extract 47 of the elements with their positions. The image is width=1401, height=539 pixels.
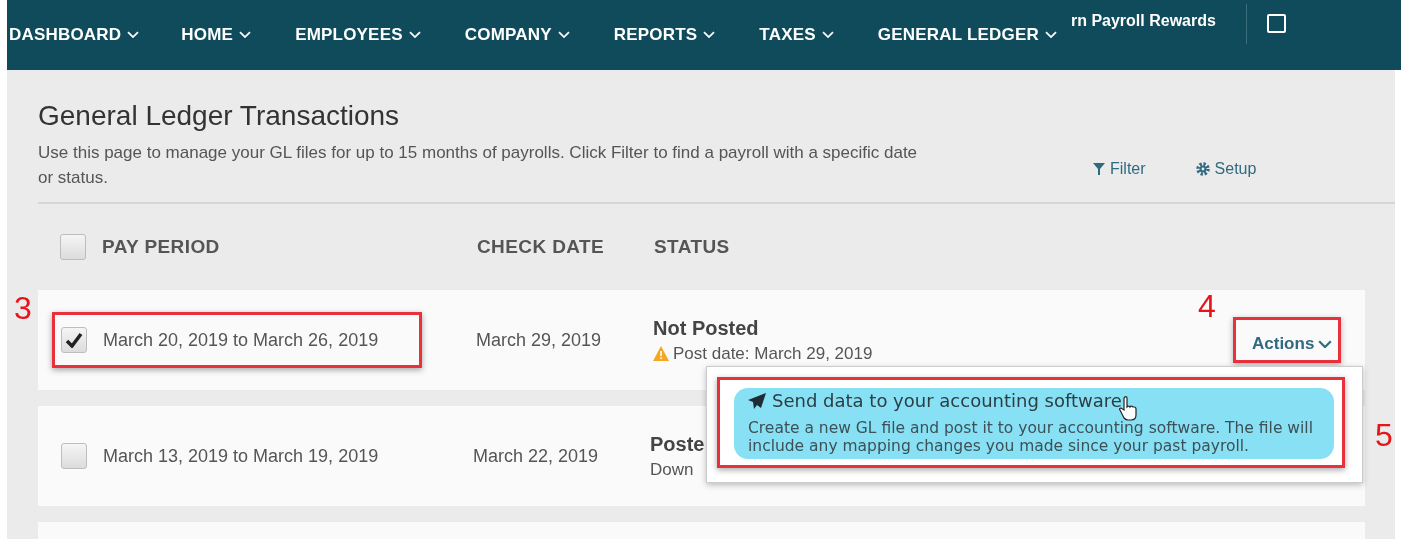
menu-item-title: Send data to your accounting software bbox=[772, 390, 1122, 411]
chevron-down-icon bbox=[1044, 31, 1057, 39]
page-description: Use this page to manage your GL files for up to 15 months of payrolls. Click Filter to find a payroll with a specific date or status. bbox=[38, 142, 918, 189]
status-label: Not Posted bbox=[653, 316, 759, 340]
chevron-down-icon bbox=[821, 31, 834, 39]
chevron-down-icon bbox=[703, 31, 716, 39]
chevron-down-icon bbox=[127, 31, 140, 39]
page-title: General Ledger Transactions bbox=[38, 100, 401, 132]
filter-icon bbox=[1093, 163, 1105, 175]
menu-item[interactable]: Send data to your accounting software Create a new GL file and post it to your accounting software. The file will include any mapping changes you made since your past payroll. bbox=[734, 388, 1334, 459]
nav-menu-item[interactable]: EMPLOYEES bbox=[295, 25, 421, 45]
column-header: STATUS bbox=[654, 236, 731, 258]
status-detail: Post date: March 29, 2019 bbox=[653, 343, 873, 364]
chevron-down-icon bbox=[557, 31, 570, 39]
chevron-down-icon bbox=[239, 31, 252, 39]
promo-link[interactable]: rn Payroll Rewards bbox=[1070, 12, 1216, 30]
chevron-down-icon bbox=[408, 31, 421, 39]
nav-menu-item[interactable]: COMPANY bbox=[464, 25, 570, 45]
check-date: March 22, 2019 bbox=[473, 445, 600, 467]
nav-menu-item[interactable]: GENERAL LEDGER bbox=[877, 25, 1057, 45]
checkbox[interactable] bbox=[61, 443, 87, 469]
callout-number: 5 bbox=[1375, 417, 1393, 454]
pay-period: March 13, 2019 to March 19, 2019 bbox=[103, 445, 379, 467]
menu-item-description: Create a new GL file and post it to your accounting software. The file will include any mapping changes you made since your past payroll. bbox=[748, 419, 1314, 455]
gear-icon bbox=[1195, 162, 1210, 176]
window-icon[interactable] bbox=[1266, 14, 1286, 33]
status-detail: Down bbox=[650, 459, 694, 480]
column-header: CHECK DATE bbox=[477, 236, 606, 258]
checkbox[interactable] bbox=[61, 327, 87, 353]
filter-link[interactable]: Filter bbox=[1093, 160, 1146, 178]
paper-plane-icon bbox=[748, 392, 766, 409]
nav-menu-item[interactable]: HOME bbox=[181, 25, 252, 45]
checkbox[interactable] bbox=[60, 234, 86, 260]
nav-menu-item[interactable]: TAXES bbox=[759, 25, 834, 45]
nav-menu-item[interactable]: REPORTS bbox=[613, 25, 716, 45]
callout-number: 4 bbox=[1198, 288, 1216, 325]
column-header: PAY PERIOD bbox=[102, 236, 221, 258]
status-label: Poste bbox=[650, 432, 705, 456]
pay-period: March 20, 2019 to March 26, 2019 bbox=[103, 329, 379, 351]
callout-number: 3 bbox=[14, 290, 32, 327]
warning-icon bbox=[653, 346, 669, 361]
setup-link[interactable]: Setup bbox=[1195, 160, 1257, 178]
hand-cursor-icon bbox=[1119, 395, 1139, 421]
chevron-down-icon bbox=[1318, 339, 1333, 349]
actions-button[interactable]: Actions bbox=[1252, 334, 1333, 354]
nav-menu-item[interactable]: DASHBOARD bbox=[9, 25, 140, 45]
check-date: March 29, 2019 bbox=[476, 329, 603, 351]
